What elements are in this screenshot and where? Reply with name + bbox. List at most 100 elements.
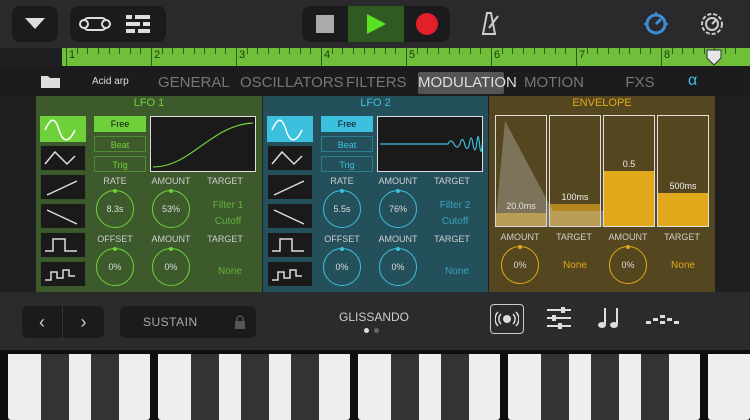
- lfo1-title: LFO 1: [133, 97, 165, 109]
- tab-fxs[interactable]: FXS: [622, 72, 658, 94]
- black-key[interactable]: [441, 354, 469, 420]
- waveform-ramp-button[interactable]: [40, 174, 86, 200]
- waveform-triangle-button[interactable]: [40, 145, 86, 171]
- envelope-target-value[interactable]: None: [545, 260, 605, 271]
- black-key[interactable]: [191, 354, 219, 420]
- target-value[interactable]: Filter 1 Cutoff: [200, 198, 256, 230]
- sync-trig-button[interactable]: Trig: [321, 156, 373, 172]
- black-key[interactable]: [391, 354, 419, 420]
- sync-trig-button[interactable]: Trig: [94, 156, 146, 172]
- knob-indicator: [340, 247, 344, 251]
- piano-keyboard[interactable]: [0, 350, 750, 420]
- waveform-triangle-button[interactable]: [267, 145, 313, 171]
- notes-button[interactable]: [598, 304, 622, 335]
- ruler-tick: [671, 48, 673, 54]
- ruler-tick: [565, 48, 567, 54]
- rate-knob[interactable]: 8.3s: [96, 190, 134, 228]
- record-button[interactable]: [404, 6, 450, 42]
- playhead-marker[interactable]: [706, 48, 722, 66]
- rate-knob[interactable]: 5.5s: [323, 190, 361, 228]
- tab-modulation[interactable]: MODULATION: [418, 72, 517, 94]
- ruler-bar-line: [576, 48, 577, 66]
- offset-knob[interactable]: 0%: [96, 248, 134, 286]
- target2-value[interactable]: None: [200, 266, 260, 277]
- ruler-number: 8: [664, 49, 671, 61]
- synth-tabs-bar: Acid arp GENERAL OSCILLATORS FILTERS MOD…: [0, 66, 750, 96]
- timeline-ruler[interactable]: 1 2 3 4 5 6 7 8: [62, 48, 750, 66]
- target-value[interactable]: Filter 2 Cutoff: [427, 198, 483, 230]
- waveform-random-button[interactable]: [40, 261, 86, 287]
- mixer-icon[interactable]: [118, 13, 158, 35]
- stop-button[interactable]: [302, 6, 348, 42]
- black-key[interactable]: [91, 354, 119, 420]
- amount2-knob[interactable]: 0%: [152, 248, 190, 286]
- target-label: TARGET: [434, 176, 470, 186]
- envelope-panel: ENVELOPE 20.0ms100ms0.5500msAMOUNT0%TARG…: [489, 96, 715, 292]
- waveform-sine-button[interactable]: [267, 116, 313, 142]
- folder-button[interactable]: [40, 73, 62, 94]
- ruler-bar-line: [321, 48, 322, 66]
- sync-free-button[interactable]: Free: [94, 116, 146, 132]
- keyboard-mode-button[interactable]: [490, 304, 524, 334]
- black-key[interactable]: [541, 354, 569, 420]
- envelope-target-value[interactable]: None: [653, 260, 713, 271]
- envelope-amount-knob[interactable]: 0%: [609, 246, 647, 284]
- ruler-tick: [480, 48, 482, 54]
- black-key[interactable]: [591, 354, 619, 420]
- glissando-label[interactable]: GLISSANDO: [330, 310, 418, 324]
- waveform-saw-button[interactable]: [40, 203, 86, 229]
- waveform-ramp-button[interactable]: [267, 174, 313, 200]
- amount-knob[interactable]: 76%: [379, 190, 417, 228]
- alpha-button[interactable]: α: [688, 72, 697, 90]
- tempo-button[interactable]: [642, 10, 670, 43]
- tab-motion[interactable]: MOTION: [524, 72, 584, 94]
- envelope-release-slider[interactable]: 500ms: [657, 115, 709, 227]
- ruler-tick: [533, 48, 535, 54]
- offset-knob[interactable]: 0%: [323, 248, 361, 286]
- octave-down-button[interactable]: ‹: [22, 306, 63, 338]
- ruler-tick: [204, 48, 206, 54]
- octave-up-button[interactable]: ›: [63, 306, 104, 338]
- ruler-tick: [76, 48, 78, 54]
- waveform-saw-button[interactable]: [267, 203, 313, 229]
- dropdown-button[interactable]: [12, 6, 58, 42]
- waveform-sine-button[interactable]: [40, 116, 86, 142]
- lfo-curve: [380, 132, 496, 156]
- settings-icon: [701, 13, 723, 35]
- sustain-label: SUSTAIN: [143, 315, 198, 329]
- page-dots[interactable]: [364, 328, 384, 333]
- black-key[interactable]: [641, 354, 669, 420]
- ruler-tick: [225, 48, 227, 54]
- metronome-icon: [481, 12, 499, 35]
- tab-general[interactable]: GENERAL: [158, 72, 230, 94]
- tab-oscillators[interactable]: OSCILLATORS: [240, 72, 344, 94]
- black-key[interactable]: [291, 354, 319, 420]
- preset-name[interactable]: Acid arp: [92, 76, 129, 87]
- tab-filters[interactable]: FILTERS: [346, 72, 407, 94]
- sync-free-button[interactable]: Free: [321, 116, 373, 132]
- arpeggiator-button[interactable]: [646, 312, 680, 331]
- amount-label: AMOUNT: [608, 232, 648, 242]
- chord-strips-button[interactable]: [546, 306, 572, 335]
- sync-beat-button[interactable]: Beat: [321, 136, 373, 152]
- tempo-icon: [644, 12, 668, 35]
- black-key[interactable]: [41, 354, 69, 420]
- white-key[interactable]: [708, 354, 750, 420]
- envelope-amount-knob[interactable]: 0%: [501, 246, 539, 284]
- waveform-square-button[interactable]: [267, 232, 313, 258]
- envelope-sustain-slider[interactable]: 0.5: [603, 115, 655, 227]
- play-button[interactable]: [348, 6, 404, 42]
- sync-beat-button[interactable]: Beat: [94, 136, 146, 152]
- settings-button[interactable]: [698, 10, 726, 43]
- metronome-button[interactable]: [476, 10, 502, 41]
- amount-knob[interactable]: 53%: [152, 190, 190, 228]
- waveform-square-button[interactable]: [40, 232, 86, 258]
- track-view-icon[interactable]: [78, 14, 118, 34]
- music-notes-icon: [598, 308, 618, 328]
- black-key[interactable]: [241, 354, 269, 420]
- waveform-random-button[interactable]: [267, 261, 313, 287]
- amount2-knob[interactable]: 0%: [379, 248, 417, 286]
- target2-value[interactable]: None: [427, 266, 487, 277]
- sustain-button[interactable]: SUSTAIN: [120, 306, 256, 338]
- ruler-tick: [214, 48, 216, 54]
